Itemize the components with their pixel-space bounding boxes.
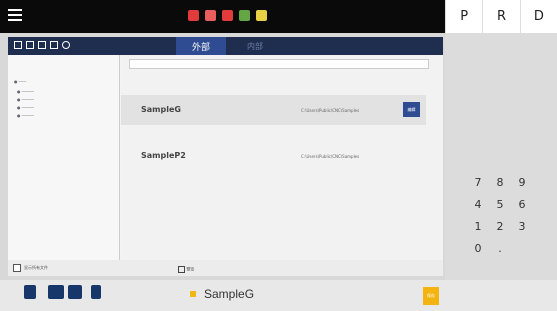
error-icon[interactable] [222,10,233,21]
file-indicator-icon [190,291,196,297]
table-row[interactable]: SampleG C:\Users\Public\CNC\Samples 编辑 [121,95,426,125]
file-list-panel: SampleG C:\Users\Public\CNC\Samples 编辑 S… [121,55,443,260]
key-3[interactable]: 3 [513,215,531,237]
paste-icon[interactable] [38,41,46,49]
key-9[interactable]: 9 [513,171,531,193]
warning-icon[interactable] [205,10,216,21]
list-icon[interactable] [50,41,58,49]
file-path: C:\Users\Public\CNC\Samples [301,154,360,159]
key-8[interactable]: 8 [491,171,509,193]
show-all-label: 显示所有文件 [24,265,48,270]
feed-icon[interactable] [256,10,267,21]
hamburger-menu-icon[interactable] [8,9,22,23]
key-1[interactable]: 1 [469,215,487,237]
window-header: 外部 内部 [8,37,443,55]
r-button[interactable]: R [482,0,519,33]
program-icon[interactable] [68,285,82,299]
top-toolbar [0,0,445,33]
edit-button[interactable]: 编辑 [403,102,420,117]
run-icon[interactable] [239,10,250,21]
taskbar: SampleG 保存 [0,280,557,311]
key-6[interactable]: 6 [513,193,531,215]
d-button[interactable]: D [519,0,557,33]
prd-toolbar: P R D [445,0,557,33]
active-file-name: SampleG [204,287,255,301]
refresh-icon[interactable] [14,41,22,49]
tree-node[interactable]: ● ───── [17,89,34,94]
copy-icon[interactable] [26,41,34,49]
key-0[interactable]: 0 [469,237,487,259]
tree-node[interactable]: ● ───── [17,105,34,110]
tree-root[interactable]: ● ─── [14,79,26,84]
active-file-label: SampleG [190,287,254,301]
file-name: SampleP2 [141,151,186,160]
save-button[interactable]: 保存 [423,287,439,305]
numeric-keypad-panel: 7 8 9 4 5 6 1 2 3 0 . [445,33,557,311]
file-name: SampleG [141,105,181,114]
monitor-icon[interactable] [48,285,64,299]
preview-checkbox[interactable] [178,266,185,273]
tree-node[interactable]: ● ───── [17,97,34,102]
key-7[interactable]: 7 [469,171,487,193]
key-2[interactable]: 2 [491,215,509,237]
preview-label: 预览 [186,266,195,272]
file-path: C:\Users\Public\CNC\Samples [301,108,360,113]
folder-tree: ● ─── ● ───── ● ───── ● ───── ● ───── [8,55,120,260]
bottom-options: 预览 [112,266,232,276]
table-row[interactable]: SampleP2 C:\Users\Public\CNC\Samples [121,141,426,171]
file-manager-window: 外部 内部 ● ─── ● ───── ● ───── ● ───── ● ──… [8,37,443,276]
show-all-checkbox[interactable] [13,264,21,272]
p-button[interactable]: P [445,0,482,33]
key-5[interactable]: 5 [491,193,509,215]
key-4[interactable]: 4 [469,193,487,215]
tree-node[interactable]: ● ───── [17,113,34,118]
tab-external[interactable]: 外部 [176,37,226,55]
search-input[interactable] [129,59,429,69]
key-dot[interactable]: . [491,237,509,259]
machine-icon[interactable] [24,285,36,299]
alarm-icon[interactable] [188,10,199,21]
tool-icon[interactable] [91,285,101,299]
tab-internal[interactable]: 内部 [230,37,280,55]
search-icon[interactable] [62,41,70,49]
